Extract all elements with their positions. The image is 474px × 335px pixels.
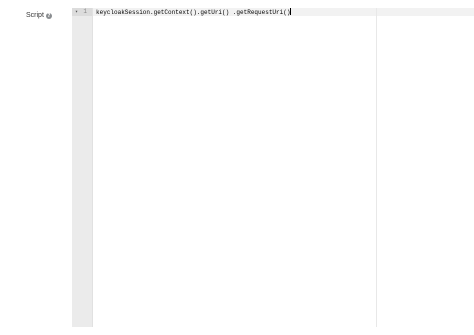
line-number: 1 [83, 8, 87, 15]
editor-gutter: ▾ 1 [72, 8, 93, 327]
code-editor[interactable]: ▾ 1 keycloakSession.getContext().getUri(… [72, 8, 474, 327]
help-icon[interactable]: ? [45, 13, 52, 19]
fold-arrow-icon[interactable]: ▾ [75, 8, 80, 16]
script-label: Script ? [26, 11, 52, 21]
script-field: Script ? ▾ 1 keycloakSession.getContext(… [0, 0, 474, 335]
print-margin [376, 8, 377, 327]
code-line[interactable]: keycloakSession.getContext().getUri() .g… [96, 8, 292, 16]
code-text: keycloakSession.getContext().getUri() .g… [96, 9, 291, 16]
text-cursor [290, 8, 292, 15]
gutter-active-line: ▾ 1 [72, 8, 92, 16]
script-label-text: Script [26, 12, 44, 19]
